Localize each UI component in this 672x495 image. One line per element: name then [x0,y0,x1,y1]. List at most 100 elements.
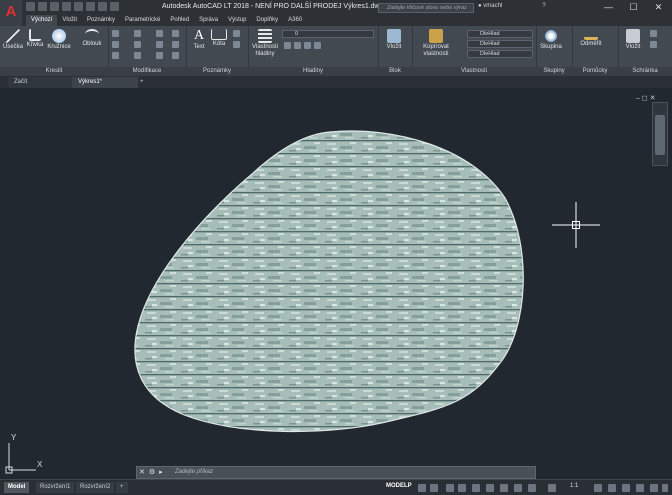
search-input[interactable]: Zadejte klíčové slovo nebo výraz [378,3,474,13]
layer-freeze-icon[interactable] [294,42,301,49]
linetype-dropdown[interactable]: DleHlad [467,40,533,48]
snap-icon[interactable] [430,484,438,492]
save-as-icon[interactable] [62,2,71,11]
polar-icon[interactable] [458,484,466,492]
help-icon[interactable]: ? [542,3,545,9]
copy-icon[interactable] [112,41,119,48]
tab-sprava[interactable]: Správa [194,15,223,26]
match-properties-button[interactable]: Kopírovat vlastnosti [418,29,454,58]
offset-icon[interactable] [172,52,179,59]
panel-label[interactable]: Pomůcky [572,67,618,76]
workspace-gear-icon[interactable] [594,484,602,492]
tab-parametricke[interactable]: Parametrické [120,15,165,26]
panel-label[interactable]: Kreslit [0,67,108,76]
rotate-icon[interactable] [134,30,141,37]
doc-tab-drawing1[interactable]: Výkres1* [72,77,138,88]
layer-match-icon[interactable] [314,42,321,49]
steering-wheel-icon[interactable] [655,115,665,155]
copy-clip-icon[interactable] [650,41,657,48]
grid-icon[interactable] [418,484,426,492]
customize-command-icon[interactable]: ⚙ [149,468,155,476]
mirror-icon[interactable] [134,41,141,48]
close-button[interactable]: ✕ [646,0,671,15]
tab-vystup[interactable]: Výstup [223,15,251,26]
layer-off-icon[interactable] [284,42,291,49]
redo-icon[interactable] [98,2,107,11]
isolate-objects-icon[interactable] [622,484,630,492]
scale-icon[interactable] [134,52,141,59]
annotation-visibility-icon[interactable] [548,484,556,492]
fillet-icon[interactable] [156,41,163,48]
polyline-button[interactable]: Křivka [25,29,45,49]
layer-lock-icon[interactable] [304,42,311,49]
tab-doplnky[interactable]: Doplňky [251,15,283,26]
application-menu-button[interactable]: A [0,0,22,28]
transparency-icon[interactable] [514,484,522,492]
open-file-icon[interactable] [38,2,47,11]
panel-label[interactable]: Modifikace [108,67,186,76]
undo-icon[interactable] [86,2,95,11]
save-icon[interactable] [50,2,59,11]
explode-icon[interactable] [172,41,179,48]
dimension-button[interactable]: Kóta [209,29,229,48]
layer-properties-button[interactable]: Vlastnosti hladiny [250,29,280,58]
panel-label[interactable]: Hladiny [248,67,378,76]
text-button[interactable]: A Text [189,29,209,51]
leader-icon[interactable] [233,30,240,37]
layout-tab-model[interactable]: Model [4,482,30,493]
measure-button[interactable]: Odměřit [576,29,606,48]
qat-dropdown-icon[interactable] [110,2,119,11]
customization-menu-icon[interactable] [662,484,668,492]
new-tab-button[interactable]: + [138,77,150,88]
osnap-icon[interactable] [472,484,480,492]
lineweight-dropdown[interactable]: DleHlad [467,50,533,58]
hardware-acceleration-icon[interactable] [636,484,644,492]
user-account[interactable]: ● vmachl? [478,3,546,9]
circle-button[interactable]: Kružnice [47,29,71,51]
print-icon[interactable] [74,2,83,11]
annotation-monitor-icon[interactable] [608,484,616,492]
maximize-button[interactable]: ☐ [621,0,646,15]
arc-button[interactable]: Oblouk [80,29,104,48]
drawing-viewport[interactable]: Y X [0,88,672,479]
command-history-icon[interactable]: ▸ [159,468,163,476]
annotation-scale[interactable]: 1:1 [570,483,578,489]
move-icon[interactable] [112,30,119,37]
ortho-icon[interactable] [446,484,454,492]
paste-button[interactable]: Vložit [622,29,644,51]
new-file-icon[interactable] [26,2,35,11]
table-icon[interactable] [233,41,240,48]
add-layout-button[interactable]: + [116,482,128,493]
group-button[interactable]: Skupina [538,29,564,51]
panel-label[interactable]: Schránka [618,67,672,76]
clean-screen-icon[interactable] [650,484,658,492]
selection-cycling-icon[interactable] [528,484,536,492]
tab-pohled[interactable]: Pohled [165,15,194,26]
navigation-bar[interactable] [652,102,668,166]
tab-vlozit[interactable]: Vložit [57,15,82,26]
panel-label[interactable]: Blok [378,67,412,76]
layout-tab-rozvrzeni1[interactable]: Rozvržení1 [36,482,75,493]
tab-poznamky[interactable]: Poznámky [82,15,120,26]
tab-a360[interactable]: A360 [283,15,307,26]
array-icon[interactable] [156,52,163,59]
erase-icon[interactable] [172,30,179,37]
color-dropdown[interactable]: DleHlad [467,30,533,38]
cut-icon[interactable] [650,30,657,37]
insert-block-button[interactable]: Vložit [383,29,405,51]
minimize-button[interactable]: — [596,0,621,15]
panel-label[interactable]: Vlastnosti [412,67,536,76]
command-input[interactable]: Zadejte příkaz [175,469,213,475]
doc-tab-start[interactable]: Začít [8,77,74,88]
layer-dropdown[interactable]: 0 [282,30,374,38]
tab-vychozi[interactable]: Výchozí [26,15,58,26]
panel-label[interactable]: Skupiny [536,67,572,76]
modelspace-toggle[interactable]: MODELP [386,483,412,489]
line-button[interactable]: Úsečka [2,29,24,51]
otrack-icon[interactable] [486,484,494,492]
lineweight-icon[interactable] [500,484,508,492]
command-line[interactable]: ✕ ⚙ ▸ Zadejte příkaz [136,466,536,479]
hatched-blob-shape[interactable] [134,130,524,433]
close-command-icon[interactable]: ✕ [139,468,145,476]
trim-icon[interactable] [156,30,163,37]
